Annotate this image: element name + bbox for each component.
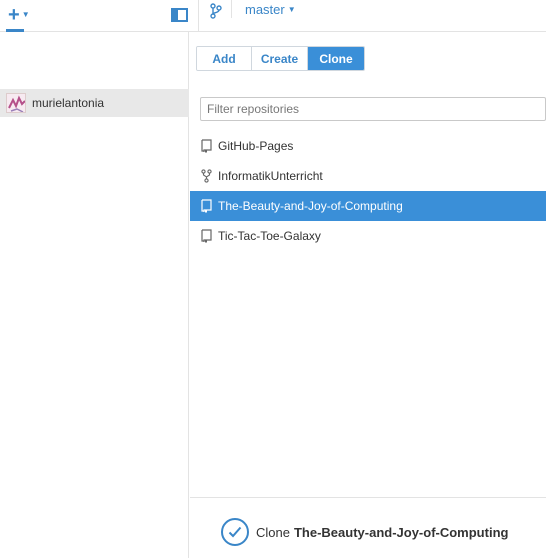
- branch-name: master: [245, 2, 285, 17]
- plus-icon: +: [8, 4, 20, 26]
- sidebar-item-account[interactable]: murielantonia: [0, 89, 189, 117]
- repository-item-github-pages[interactable]: GitHub-Pages: [190, 131, 546, 161]
- user-avatar-icon: [7, 94, 25, 112]
- top-bar-left: + ▼: [0, 0, 190, 32]
- mode-tabs: Add Create Clone: [196, 46, 365, 71]
- divider: [198, 0, 199, 32]
- repo-icon: [199, 228, 213, 244]
- clone-button[interactable]: Clone The-Beauty-and-Joy-of-Computing: [221, 518, 508, 546]
- add-menu-button[interactable]: + ▼: [8, 5, 30, 25]
- repository-item-tic-tac-toe-galaxy[interactable]: Tic-Tac-Toe-Galaxy: [190, 221, 546, 251]
- sidebar-toggle-button[interactable]: [171, 8, 188, 22]
- tab-create[interactable]: Create: [252, 47, 308, 70]
- repository-list: GitHub-Pages InformatikUnterricht The-Be…: [190, 131, 546, 251]
- filter-repositories-input[interactable]: [200, 97, 546, 121]
- footer: Clone The-Beauty-and-Joy-of-Computing: [190, 497, 546, 558]
- sidebar: murielantonia: [0, 32, 189, 558]
- repository-name: The-Beauty-and-Joy-of-Computing: [218, 199, 403, 213]
- caret-down-icon: ▼: [287, 5, 296, 14]
- avatar: [6, 93, 26, 113]
- top-bar: + ▼ master ▼: [0, 0, 546, 32]
- divider: [231, 0, 232, 18]
- git-branch-icon: [210, 3, 222, 19]
- repository-name: InformatikUnterricht: [218, 169, 323, 183]
- repository-item-the-beauty-and-joy-of-computing[interactable]: The-Beauty-and-Joy-of-Computing: [190, 191, 546, 221]
- caret-down-icon: ▼: [21, 10, 30, 19]
- check-circle-icon: [221, 518, 249, 546]
- clone-verb: Clone: [256, 524, 290, 540]
- repo-icon: [199, 138, 213, 154]
- branch-selector[interactable]: master ▼: [245, 2, 296, 17]
- tab-clone[interactable]: Clone: [308, 47, 364, 70]
- clone-target-name: The-Beauty-and-Joy-of-Computing: [293, 524, 509, 540]
- repository-item-informatikunterricht[interactable]: InformatikUnterricht: [190, 161, 546, 191]
- account-name: murielantonia: [32, 96, 105, 110]
- sidebar-toggle-icon: [173, 10, 178, 20]
- repository-name: GitHub-Pages: [218, 139, 294, 153]
- tab-add[interactable]: Add: [197, 47, 252, 70]
- fork-icon: [199, 168, 213, 184]
- repository-name: Tic-Tac-Toe-Galaxy: [218, 229, 321, 243]
- repo-icon: [199, 198, 213, 214]
